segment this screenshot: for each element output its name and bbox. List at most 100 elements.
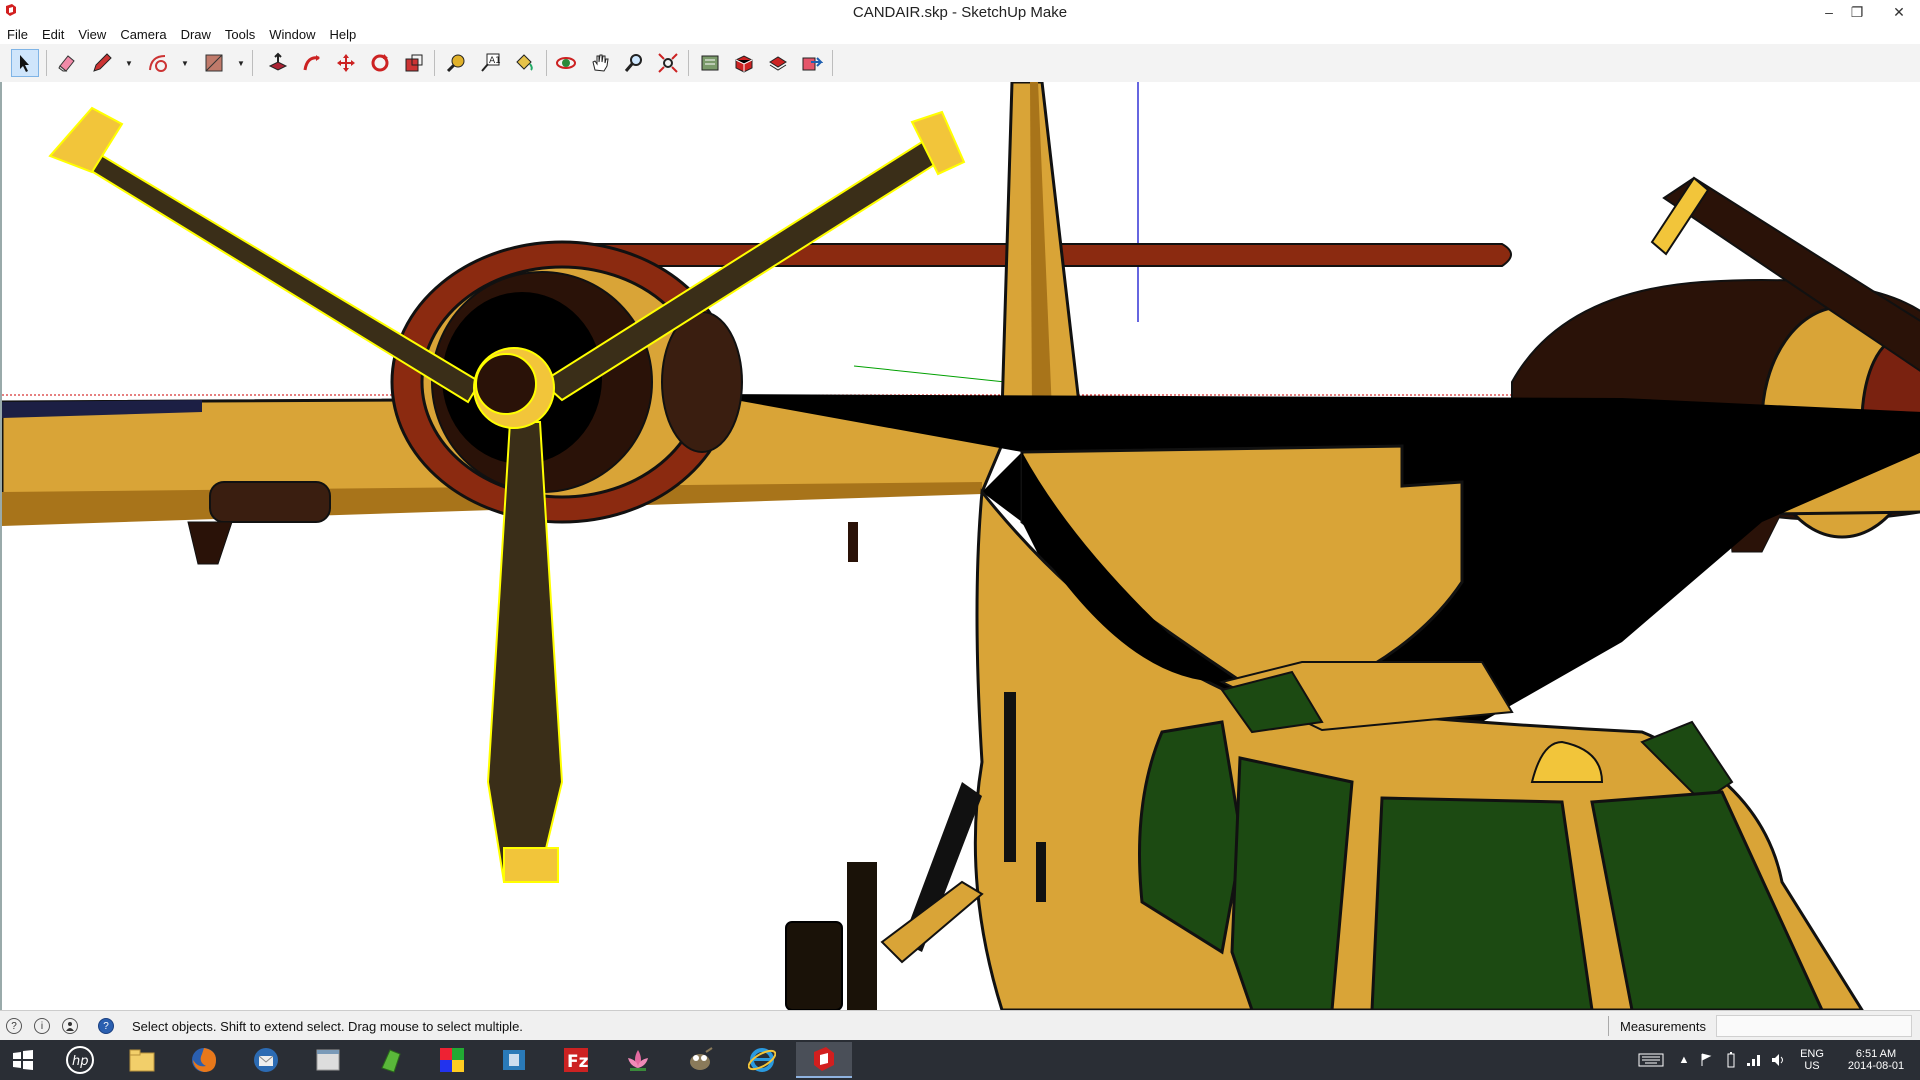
color-wheel-icon (440, 1048, 464, 1072)
hand-icon (592, 54, 609, 72)
sketchup-app-icon[interactable] (4, 3, 18, 17)
input-language[interactable]: ENG US (1792, 1040, 1832, 1080)
maximize-button[interactable]: ❐ (1844, 0, 1870, 24)
keyboard-icon[interactable] (1636, 1040, 1666, 1080)
layout-button[interactable] (764, 49, 792, 77)
pencil-icon (93, 53, 112, 72)
close-button[interactable]: ✕ (1886, 0, 1912, 24)
volume-icon[interactable] (1768, 1040, 1788, 1080)
menu-tools[interactable]: Tools (218, 27, 262, 42)
airplane-model-render[interactable] (2, 82, 1920, 1010)
status-bar: ? i ? Select objects. Shift to extend se… (0, 1010, 1920, 1040)
taskbar-lotus-app[interactable] (610, 1042, 666, 1078)
paint-bucket-icon (516, 54, 533, 71)
rotate-tool-button[interactable] (366, 49, 394, 77)
toolbar-separator (434, 50, 435, 76)
clock[interactable]: 6:51 AM 2014-08-01 (1836, 1040, 1916, 1080)
paint-bucket-tool-button[interactable] (510, 49, 538, 77)
menu-help[interactable]: Help (323, 27, 364, 42)
warehouse-icon (701, 55, 719, 71)
magnifier-icon (624, 54, 642, 72)
battery-icon[interactable] (1722, 1040, 1740, 1080)
menu-window[interactable]: Window (262, 27, 322, 42)
extension-box-icon (735, 55, 753, 73)
taskbar-gimp[interactable] (672, 1042, 728, 1078)
landing-gear-wheel-rear (847, 862, 877, 1010)
taskbar-internet-explorer[interactable] (734, 1042, 790, 1078)
clock-date: 2014-08-01 (1847, 1060, 1905, 1072)
text-label-icon: A1 (481, 53, 501, 72)
user-account-icon[interactable] (62, 1018, 78, 1034)
tape-measure-icon (446, 54, 465, 73)
taskbar-hp[interactable]: hp (52, 1042, 108, 1078)
menu-camera[interactable]: Camera (113, 27, 173, 42)
taskbar-window-app[interactable] (300, 1042, 356, 1078)
rotate-icon (371, 54, 389, 72)
hp-logo-icon: hp (66, 1046, 94, 1074)
move-arrows-icon (337, 54, 355, 72)
menu-draw[interactable]: Draw (174, 27, 218, 42)
taskbar-filezilla[interactable]: Fz (548, 1042, 604, 1078)
taskbar-sketchup[interactable] (796, 1042, 852, 1078)
line-tool-button[interactable] (88, 49, 116, 77)
eraser-tool-button[interactable] (53, 49, 81, 77)
rectangle-tool-dropdown[interactable]: ▼ (236, 49, 246, 77)
window-title: CANDAIR.skp - SketchUp Make (852, 3, 1068, 21)
model-viewport[interactable] (0, 82, 1920, 1010)
taskbar-green-app[interactable] (362, 1042, 418, 1078)
side-window (1004, 692, 1016, 862)
pan-tool-button[interactable] (586, 49, 614, 77)
toolbar-separator (546, 50, 547, 76)
line-tool-dropdown[interactable]: ▼ (124, 49, 134, 77)
taskbar-movie-app[interactable] (486, 1042, 542, 1078)
orbit-icon (556, 57, 576, 69)
orbit-tool-button[interactable] (552, 49, 580, 77)
toolbar-separator (252, 50, 253, 76)
user-icon (66, 1022, 74, 1031)
menu-file[interactable]: File (0, 27, 35, 42)
minimize-button[interactable]: – (1816, 0, 1842, 24)
film-strip-icon (503, 1050, 525, 1070)
3d-warehouse-button[interactable] (696, 49, 724, 77)
action-center-flag-icon[interactable] (1696, 1040, 1716, 1080)
tray-overflow-icon[interactable]: ▲ (1676, 1040, 1692, 1080)
folder-icon (129, 1049, 155, 1072)
propeller-tip-lower[interactable] (503, 847, 559, 883)
propeller-spinner[interactable] (475, 353, 537, 415)
follow-me-tool-button[interactable] (298, 49, 326, 77)
zoom-extents-icon (658, 53, 678, 73)
tape-measure-tool-button[interactable] (442, 49, 470, 77)
menu-edit[interactable]: Edit (35, 27, 71, 42)
network-signal-icon[interactable] (1744, 1040, 1764, 1080)
propeller-blade-upper-left[interactable] (78, 150, 482, 404)
scale-tool-button[interactable] (400, 49, 428, 77)
push-pull-tool-button[interactable] (264, 49, 292, 77)
toolbar-separator (688, 50, 689, 76)
geo-location-icon[interactable]: ? (6, 1018, 22, 1034)
svg-text:Fz: Fz (567, 1052, 589, 1072)
extension-warehouse-button[interactable] (730, 49, 758, 77)
measurements-input[interactable] (1716, 1015, 1912, 1037)
text-tool-button[interactable]: A1 (476, 49, 504, 77)
wing-float-strut (187, 521, 233, 565)
arc-tool-button[interactable] (144, 49, 172, 77)
zoom-extents-tool-button[interactable] (654, 49, 682, 77)
share-model-button[interactable] (798, 49, 826, 77)
arc-tool-dropdown[interactable]: ▼ (180, 49, 190, 77)
taskbar-thunderbird[interactable] (238, 1042, 294, 1078)
taskbar-firefox[interactable] (176, 1042, 232, 1078)
start-button[interactable] (0, 1042, 46, 1078)
instructor-help-icon[interactable]: ? (98, 1018, 114, 1034)
gimp-icon (690, 1047, 713, 1070)
internet-explorer-icon (748, 1048, 776, 1072)
select-arrow-icon (20, 55, 29, 72)
arc-icon (149, 55, 167, 72)
menu-view[interactable]: View (71, 27, 113, 42)
taskbar-file-explorer[interactable] (114, 1042, 170, 1078)
select-tool-button[interactable] (11, 49, 39, 77)
rectangle-tool-button[interactable] (200, 49, 228, 77)
move-tool-button[interactable] (332, 49, 360, 77)
zoom-tool-button[interactable] (620, 49, 648, 77)
taskbar-photo-app[interactable] (424, 1042, 480, 1078)
credits-info-icon[interactable]: i (34, 1018, 50, 1034)
